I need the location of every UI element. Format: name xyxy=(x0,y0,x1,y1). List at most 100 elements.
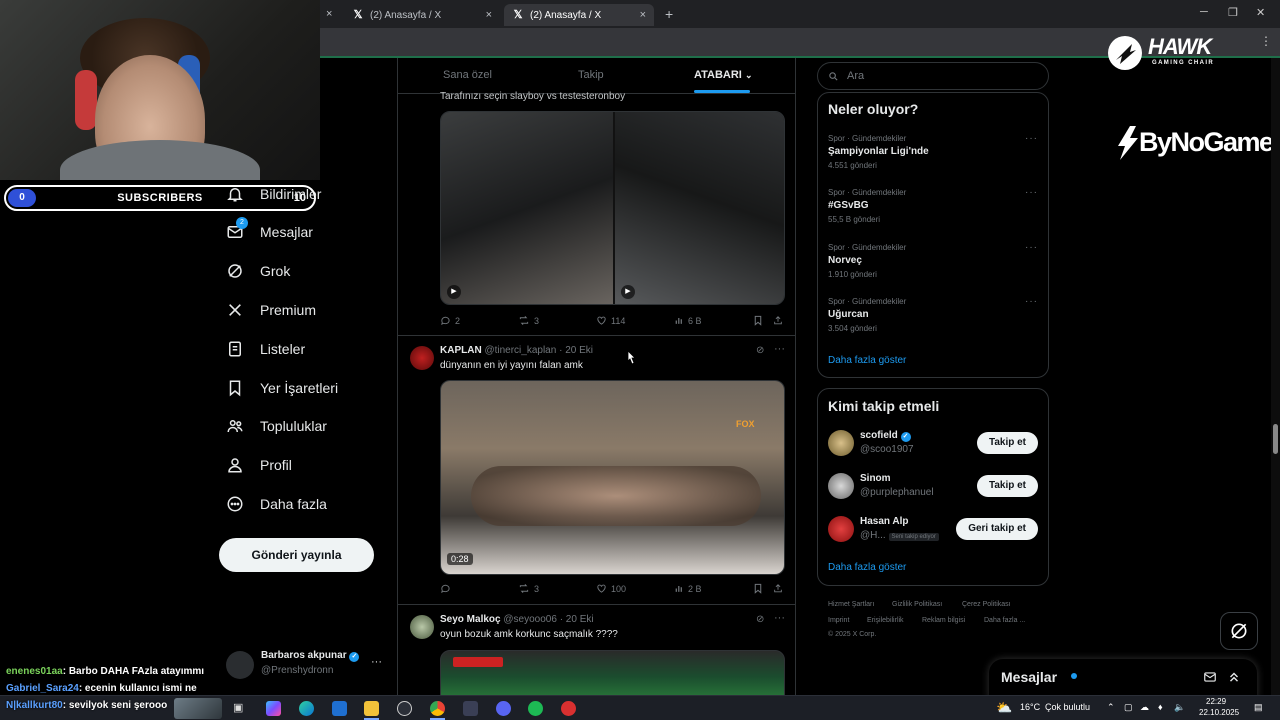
tray-icon[interactable]: ▢ xyxy=(1124,702,1133,713)
app-icon[interactable] xyxy=(463,701,478,716)
avatar[interactable] xyxy=(828,516,854,542)
nav-item-grok[interactable]: Grok xyxy=(226,256,290,286)
footer-link[interactable]: Reklam bilgisi xyxy=(922,617,965,624)
more-icon[interactable]: ··· xyxy=(1025,242,1038,253)
nav-item-communities[interactable]: Topluluklar xyxy=(226,411,327,441)
close-icon[interactable]: × xyxy=(486,9,492,21)
speaker-icon[interactable]: 🔈 xyxy=(1174,702,1185,713)
views-button[interactable]: 2 B xyxy=(674,583,702,594)
share-icon[interactable] xyxy=(773,315,783,326)
video-thumbnail[interactable] xyxy=(441,112,613,304)
nav-item-profile[interactable]: Profil xyxy=(226,450,292,480)
trend-name[interactable]: Şampiyonlar Ligi'nde xyxy=(828,146,929,157)
tweet-media[interactable]: FOX 0:28 xyxy=(440,380,785,575)
grok-icon[interactable]: ⊘ xyxy=(756,345,764,356)
nav-item-lists[interactable]: Listeler xyxy=(226,334,305,364)
weather-icon[interactable]: ⛅ xyxy=(996,700,1012,716)
footer-link[interactable]: Çerez Politikası xyxy=(962,601,1011,608)
network-icon[interactable]: ☁ xyxy=(1140,702,1149,713)
more-icon[interactable]: ··· xyxy=(1025,133,1038,144)
grok-icon[interactable]: ⊘ xyxy=(756,614,764,625)
like-button[interactable]: 114 xyxy=(596,315,625,326)
nav-item-messages[interactable]: 2 Mesajlar xyxy=(226,217,313,247)
follow-button[interactable]: Takip et xyxy=(976,432,1038,454)
outlook-icon[interactable] xyxy=(332,701,347,716)
more-icon[interactable]: ··· xyxy=(1025,296,1038,307)
tweet-media[interactable] xyxy=(440,650,785,695)
chevron-up-icon[interactable]: ⌃ xyxy=(1107,702,1115,713)
show-more-link[interactable]: Daha fazla göster xyxy=(828,562,906,573)
reply-button[interactable]: 2 xyxy=(440,315,460,326)
footer-link[interactable]: Daha fazla ... xyxy=(984,617,1025,624)
avatar[interactable] xyxy=(828,473,854,499)
minimize-icon[interactable]: ─ xyxy=(1200,6,1208,18)
task-view-icon[interactable]: ▣ xyxy=(233,701,243,714)
bookmark-icon[interactable] xyxy=(753,315,763,326)
share-icon[interactable] xyxy=(773,583,783,594)
weather-text[interactable]: Çok bulutlu xyxy=(1045,702,1090,712)
trend-name[interactable]: Uğurcan xyxy=(828,309,869,320)
nav-item-premium[interactable]: Premium xyxy=(226,295,316,325)
follow-back-button[interactable]: Geri takip et xyxy=(956,518,1038,540)
bookmark-icon[interactable] xyxy=(753,583,763,594)
follow-name[interactable]: Hasan Alp xyxy=(860,516,909,527)
messages-drawer[interactable]: Mesajlar xyxy=(989,659,1257,699)
obs-icon[interactable] xyxy=(561,701,576,716)
follow-button[interactable]: Takip et xyxy=(976,475,1038,497)
new-tab-button[interactable]: + xyxy=(665,6,673,22)
tab-for-you[interactable]: Sana özel xyxy=(443,69,492,81)
spotify-icon[interactable] xyxy=(528,701,543,716)
browser-tab-1[interactable]: 𝕏 (2) Anasayfa / X × xyxy=(344,4,500,26)
author-name[interactable]: KAPLAN xyxy=(440,345,482,356)
notification-icon[interactable]: ▤ xyxy=(1254,702,1263,713)
restore-icon[interactable]: ❐ xyxy=(1228,6,1238,19)
scrollbar[interactable] xyxy=(1271,58,1280,695)
menu-icon[interactable]: ⋮ xyxy=(1260,34,1272,48)
more-icon[interactable]: ··· xyxy=(774,343,785,355)
close-icon[interactable]: × xyxy=(640,9,646,21)
reply-button[interactable] xyxy=(440,583,451,594)
trend-name[interactable]: #GSvBG xyxy=(828,200,869,211)
taskbar-preview[interactable] xyxy=(174,698,222,719)
author-handle[interactable]: @seyooo06 xyxy=(503,614,557,625)
copilot-icon[interactable] xyxy=(266,701,281,716)
nav-item-more[interactable]: Daha fazla xyxy=(226,489,327,519)
video-thumbnail[interactable] xyxy=(615,112,784,304)
nav-item-notifications[interactable]: Bildirimler xyxy=(226,179,321,209)
xbox-icon[interactable] xyxy=(397,701,412,716)
follow-name[interactable]: Sinom xyxy=(860,473,891,484)
tweet-media[interactable]: ▶ ▶ xyxy=(440,111,785,305)
views-button[interactable]: 6 B xyxy=(674,315,702,326)
show-more-link[interactable]: Daha fazla göster xyxy=(828,355,906,366)
tab-following[interactable]: Takip xyxy=(578,69,604,81)
mic-icon[interactable]: ♦ xyxy=(1158,702,1163,712)
author-name[interactable]: Seyo Malkoç xyxy=(440,614,501,625)
play-icon[interactable]: ▶ xyxy=(621,285,635,299)
footer-link[interactable]: Erişilebilirlik xyxy=(867,617,904,624)
nav-item-bookmarks[interactable]: Yer İşaretleri xyxy=(226,373,338,403)
clock-time[interactable]: 22:29 xyxy=(1206,697,1226,706)
browser-tab-2[interactable]: 𝕏 (2) Anasayfa / X × xyxy=(504,4,654,26)
like-button[interactable]: 100 xyxy=(596,583,626,594)
weather-temp[interactable]: 16°C xyxy=(1020,702,1040,712)
trend-name[interactable]: Norveç xyxy=(828,255,862,266)
tab-atabari[interactable]: ATABARI ⌄ xyxy=(694,69,752,81)
chrome-icon[interactable] xyxy=(430,701,445,716)
more-icon[interactable]: ··· xyxy=(1025,187,1038,198)
new-message-icon[interactable] xyxy=(1203,670,1217,684)
footer-link[interactable]: Gizlilik Politikası xyxy=(892,601,942,608)
tweet-date[interactable]: · 20 Eki xyxy=(560,614,594,625)
avatar[interactable] xyxy=(828,430,854,456)
follow-name[interactable]: scofield ✓ xyxy=(860,430,911,442)
window-close-icon[interactable]: ✕ xyxy=(1256,6,1265,19)
post-button[interactable]: Gönderi yayınla xyxy=(219,538,374,572)
clock-date[interactable]: 22.10.2025 xyxy=(1199,708,1239,717)
search-input[interactable]: Ara xyxy=(817,62,1049,90)
avatar[interactable] xyxy=(410,615,434,639)
repost-button[interactable]: 3 xyxy=(518,583,539,594)
play-icon[interactable]: ▶ xyxy=(447,285,461,299)
edge-icon[interactable] xyxy=(299,701,314,716)
chevron-up-icon[interactable] xyxy=(1227,670,1241,684)
file-explorer-icon[interactable] xyxy=(364,701,379,716)
footer-link[interactable]: Hizmet Şartları xyxy=(828,601,874,608)
